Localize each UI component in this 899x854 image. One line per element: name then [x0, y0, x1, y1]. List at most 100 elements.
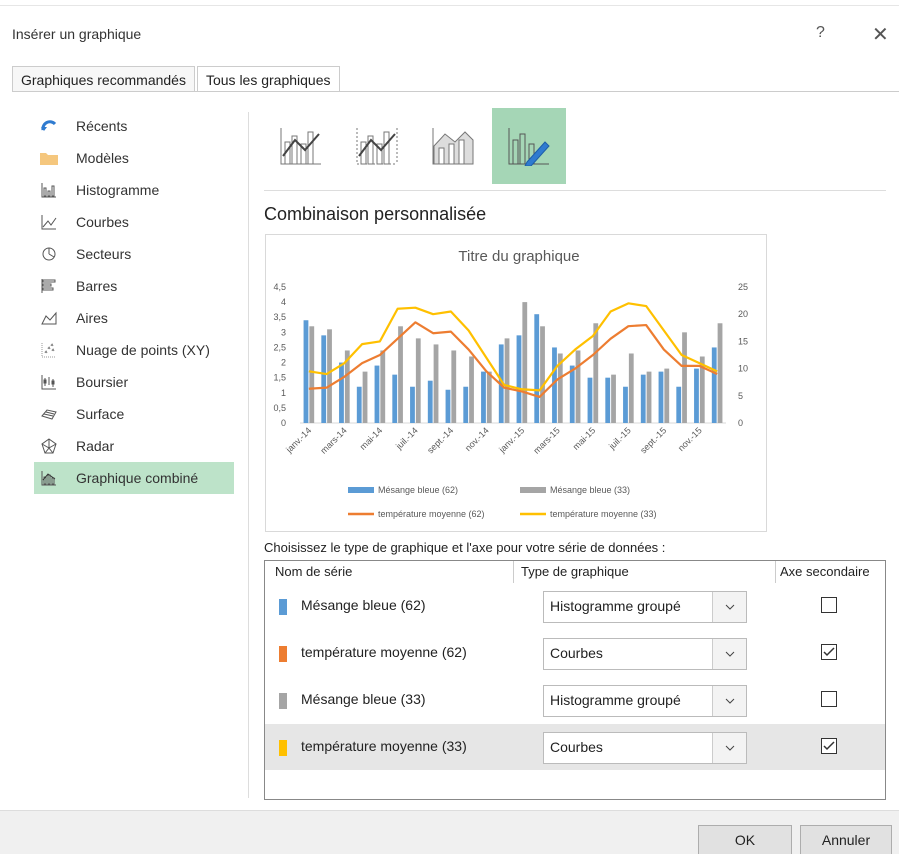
- nav-item-templates[interactable]: Modèles: [34, 142, 234, 174]
- chart-type-select[interactable]: Courbes: [543, 638, 747, 670]
- nav-item-area[interactable]: Aires: [34, 302, 234, 334]
- nav-item-radar[interactable]: Radar: [34, 430, 234, 462]
- nav-item-line[interactable]: Courbes: [34, 206, 234, 238]
- ok-button[interactable]: OK: [698, 825, 792, 854]
- tab-divider: [12, 91, 899, 92]
- chart-type-value: Histogramme groupé: [550, 692, 681, 708]
- surface-chart-icon: [40, 405, 58, 423]
- checkmark-icon: [823, 647, 835, 657]
- header-separator: [775, 561, 776, 583]
- tab-recommended-charts[interactable]: Graphiques recommandés: [12, 66, 195, 92]
- column-chart-icon: [40, 181, 58, 199]
- series-name: Mésange bleue (33): [301, 691, 426, 707]
- nav-item-surface[interactable]: Surface: [34, 398, 234, 430]
- nav-item-pie[interactable]: Secteurs: [34, 238, 234, 270]
- series-table: Nom de série Type de graphique Axe secon…: [264, 560, 886, 800]
- secondary-axis-checkbox[interactable]: [821, 597, 837, 613]
- help-icon[interactable]: ?: [816, 24, 825, 42]
- y-tick-label: 0,5: [273, 403, 286, 413]
- secondary-axis-checkbox[interactable]: [821, 738, 837, 754]
- nav-item-combo[interactable]: Graphique combiné: [34, 462, 234, 494]
- x-tick-label: mars-14: [318, 425, 348, 455]
- nav-item-stock[interactable]: Boursier: [34, 366, 234, 398]
- scatter-chart-icon: [40, 341, 58, 359]
- subtype-column-line-secondary[interactable]: [340, 108, 414, 184]
- nav-label: Barres: [76, 278, 118, 294]
- secondary-axis-checkbox[interactable]: [821, 644, 837, 660]
- bar: [711, 347, 717, 423]
- stacked-area-column-icon: [432, 128, 474, 165]
- bar: [575, 350, 581, 423]
- series-name: température moyenne (62): [301, 644, 467, 660]
- series-color-swatch: [279, 599, 287, 615]
- series-color-swatch: [279, 646, 287, 662]
- tab-bar: Graphiques recommandés Tous les graphiqu…: [12, 66, 340, 92]
- legend-label: Mésange bleue (33): [550, 485, 630, 495]
- bar: [516, 335, 522, 423]
- bar: [593, 323, 599, 423]
- chevron-down-icon[interactable]: [712, 592, 746, 622]
- close-icon[interactable]: ✕: [872, 22, 889, 47]
- x-tick-label: sept.-14: [425, 425, 455, 455]
- stock-chart-icon: [40, 373, 58, 391]
- bar: [463, 386, 469, 423]
- x-tick-label: sept.-15: [638, 425, 668, 455]
- nav-label: Nuage de points (XY): [76, 342, 210, 358]
- bar: [534, 314, 540, 423]
- radar-chart-icon: [40, 437, 58, 455]
- bar: [445, 389, 451, 423]
- x-tick-label: juil.-14: [393, 425, 420, 452]
- cancel-button[interactable]: Annuler: [800, 825, 892, 854]
- checkmark-icon: [823, 741, 835, 751]
- x-tick-label: nov.-14: [463, 425, 491, 453]
- chart-type-select[interactable]: Courbes: [543, 732, 747, 764]
- legend-swatch: [520, 487, 546, 493]
- column-line-secondary-axis-icon: [356, 128, 398, 165]
- nav-item-recents[interactable]: Récents: [34, 110, 234, 142]
- nav-item-scatter[interactable]: Nuage de points (XY): [34, 334, 234, 366]
- nav-divider: [248, 112, 249, 798]
- header-chart-type: Type de graphique: [521, 564, 629, 579]
- bar: [327, 329, 332, 423]
- nav-item-column[interactable]: Histogramme: [34, 174, 234, 206]
- nav-item-bar[interactable]: Barres: [34, 270, 234, 302]
- bar: [504, 338, 510, 423]
- series-color-swatch: [279, 693, 287, 709]
- secondary-axis-checkbox[interactable]: [821, 691, 837, 707]
- chevron-down-icon[interactable]: [712, 733, 746, 763]
- nav-label: Histogramme: [76, 182, 160, 198]
- bar: [623, 386, 628, 423]
- bar: [587, 377, 593, 423]
- bar: [427, 380, 433, 423]
- bar: [398, 326, 403, 423]
- tab-all-charts[interactable]: Tous les graphiques: [196, 66, 340, 92]
- chevron-down-icon[interactable]: [712, 686, 746, 716]
- recent-icon: [40, 117, 58, 135]
- nav-label: Aires: [76, 310, 108, 326]
- gallery-divider: [264, 190, 886, 191]
- subtype-stacked-area-column[interactable]: [416, 108, 490, 184]
- combo-chart: Titre du graphique 0 0,5 1 1,5 2 2,5 3 3,5 4 4,5 0 5…: [273, 248, 748, 519]
- nav-label: Modèles: [76, 150, 129, 166]
- series-name: Mésange bleue (62): [301, 597, 426, 613]
- y-tick-label: 4: [281, 297, 286, 307]
- chart-type-select[interactable]: Histogramme groupé: [543, 685, 747, 717]
- dialog-title: Insérer un graphique: [12, 26, 142, 42]
- bar: [717, 323, 723, 423]
- subtype-clustered-column-line[interactable]: [264, 108, 338, 184]
- series-row: température moyenne (62) Courbes: [265, 630, 885, 676]
- bar: [486, 371, 492, 423]
- bar: [682, 332, 687, 423]
- chevron-down-icon[interactable]: [712, 639, 746, 669]
- chart-type-select[interactable]: Histogramme groupé: [543, 591, 747, 623]
- y2-tick-label: 15: [738, 336, 748, 346]
- y-tick-label: 2: [281, 358, 286, 368]
- bar: [303, 320, 309, 423]
- y2-tick-label: 10: [738, 364, 748, 374]
- area-chart-icon: [40, 309, 58, 327]
- nav-label: Graphique combiné: [76, 470, 199, 486]
- bar: [433, 344, 439, 423]
- subtype-custom-combination[interactable]: [492, 108, 566, 184]
- bar: [415, 338, 421, 423]
- legend-label: température moyenne (33): [550, 509, 657, 519]
